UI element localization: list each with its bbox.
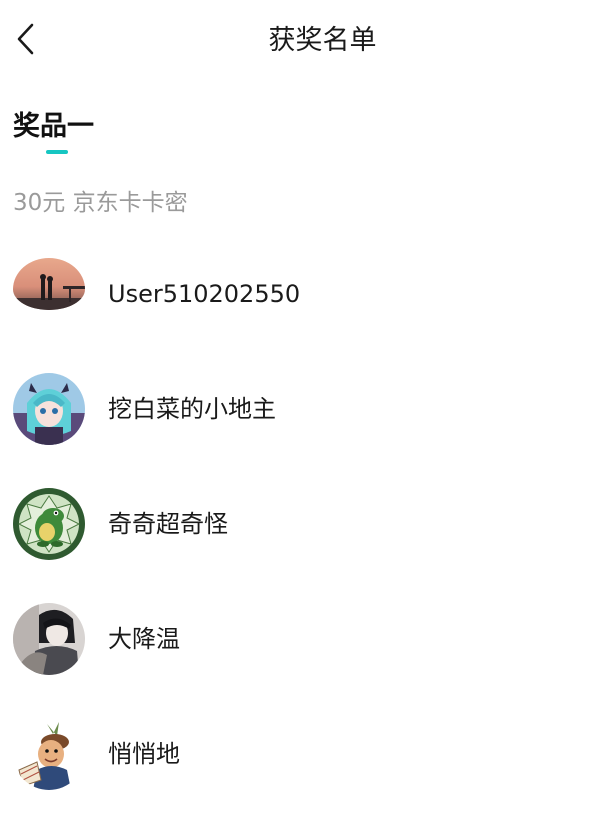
winner-row: 奇奇超奇怪	[0, 488, 615, 603]
winner-row: User510202550	[0, 258, 615, 373]
winner-row: 挖白菜的小地主	[0, 373, 615, 488]
page-title: 获奖名单	[268, 25, 377, 56]
winner-row: 大降温	[0, 603, 615, 718]
prize-description: 30元 京东卡卡密	[13, 190, 188, 216]
winner-list: User510202550 挖白菜的小地主 奇奇超奇怪 大降温 悄悄地	[0, 258, 615, 833]
winner-name: User510202550	[108, 280, 301, 308]
active-tab-indicator	[46, 150, 68, 154]
top-nav-bar: 获奖名单	[0, 0, 615, 82]
winner-row: 悄悄地	[0, 718, 615, 833]
winner-name: 悄悄地	[108, 740, 180, 768]
tab-prize-one[interactable]: 奖品一	[13, 108, 94, 146]
avatar	[13, 488, 85, 560]
avatar	[13, 718, 85, 790]
avatar	[13, 603, 85, 675]
winner-name: 大降温	[108, 625, 180, 653]
avatar	[13, 258, 85, 310]
winner-name: 奇奇超奇怪	[108, 510, 228, 538]
winner-name: 挖白菜的小地主	[108, 395, 276, 423]
avatar	[13, 373, 85, 445]
